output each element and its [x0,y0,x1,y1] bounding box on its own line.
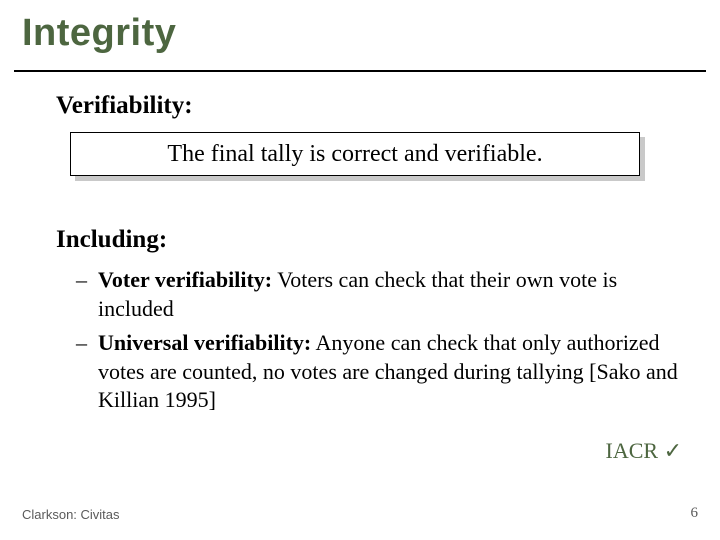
box-frame: The final tally is correct and verifiabl… [70,132,640,176]
bullet-list: Voter verifiability: Voters can check th… [76,266,680,421]
verifiability-heading: Verifiability: [56,92,193,120]
list-item: Voter verifiability: Voters can check th… [76,266,680,323]
definition-box: The final tally is correct and verifiabl… [70,132,640,176]
list-item: Universal verifiability: Anyone can chec… [76,329,680,415]
iacr-badge: IACR ✓ [606,438,683,464]
bullet-term: Universal verifiability: [98,330,311,355]
definition-text: The final tally is correct and verifiabl… [167,141,542,168]
iacr-label: IACR [606,438,659,463]
footer-author: Clarkson: Civitas [22,507,120,522]
slide-title: Integrity [22,12,176,55]
including-heading: Including: [56,226,167,254]
title-underline [14,70,706,72]
page-number: 6 [691,505,699,522]
bullet-term: Voter verifiability: [98,267,272,292]
slide: Integrity Verifiability: The final tally… [0,0,720,540]
check-icon: ✓ [664,438,682,463]
